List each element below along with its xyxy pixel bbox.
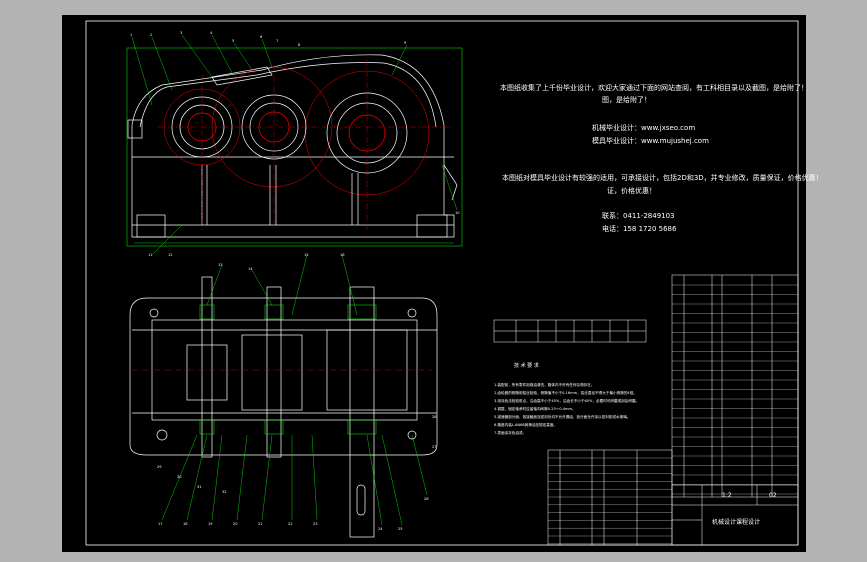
callout-number: 18	[183, 522, 188, 526]
notice-phone: 联系：0411-2849103	[602, 212, 675, 220]
parts-list-right-rows	[672, 284, 798, 495]
callout-number: 20	[233, 522, 238, 526]
drawing-canvas	[85, 20, 799, 546]
callout-number: 24	[378, 527, 383, 531]
callout-number: 1	[130, 33, 133, 37]
middle-shaft	[266, 286, 282, 458]
cover-arc	[139, 62, 437, 128]
drawing-frame	[85, 20, 799, 546]
base-foot-left	[136, 214, 166, 238]
callout-number: 12	[168, 253, 173, 257]
tech-req-line: 2.齿轮副的侧隙用铅丝检验，侧隙值不小于0.16mm，铅丝直径不得大于最小侧隙的…	[494, 391, 637, 395]
bearing-bore-2	[241, 94, 307, 160]
gear-section-1	[186, 344, 228, 401]
title-block-scale: 1:2	[722, 492, 732, 499]
parts-list-right	[671, 274, 799, 498]
callout-number: 13	[218, 263, 223, 267]
callout-number: 27	[432, 445, 437, 449]
input-shaft	[201, 276, 213, 458]
callout-number: 30	[177, 475, 182, 479]
notice-line-1: 本图纸收集了上千份毕业设计，欢迎大家通过下面的网站查阅，有工科相目录以及截图，是…	[500, 84, 808, 92]
bearing-bore-2-shaft	[258, 111, 290, 143]
callout-number: 19	[208, 522, 213, 526]
callout-number: 4	[210, 31, 213, 35]
callout-number: 10	[455, 211, 460, 215]
tech-req-line: 4.调整、固定轴承时应留轴向间隙0.25～0.4mm。	[494, 407, 576, 411]
callout-number: 25	[398, 527, 403, 531]
callout-number: 17	[158, 522, 163, 526]
callout-number: 31	[197, 485, 202, 489]
tech-req-line: 1.装配前，所有零件用煤油清洗，箱体内不许有任何杂物存在。	[494, 383, 595, 387]
notice-site-1: 机械毕业设计：www.jxseo.com	[592, 124, 696, 132]
bearing	[347, 419, 377, 435]
tech-req-title: 技 术 要 求	[514, 363, 539, 369]
notice-line-4: 证，价格优惠！	[607, 187, 656, 195]
notice-line-2: 图，是给附了！	[602, 96, 651, 104]
parts-list-bottom	[547, 449, 673, 546]
keyway	[356, 484, 366, 516]
callout-number: 7	[276, 39, 279, 43]
callout-number: 9	[404, 41, 407, 45]
front-view-dimension-box	[126, 47, 463, 247]
output-shaft	[349, 286, 375, 538]
callout-number: 23	[313, 522, 318, 526]
notice-line-3: 本图纸对模具毕业设计有较强的适用，可承接设计，包括2D和3D，并专业修改，质量保…	[502, 174, 823, 182]
callout-number: 28	[432, 415, 437, 419]
callout-number: 32	[222, 490, 227, 494]
gear-parameter-table	[493, 319, 647, 343]
bolt-hole	[149, 308, 159, 318]
parts-list-bottom-rows	[548, 457, 672, 544]
tech-req-line: 6.箱座内装L-AN68润滑油至规定高度。	[494, 423, 558, 427]
callout-number: 11	[148, 253, 153, 257]
bearing	[264, 304, 284, 320]
tech-req-line: 7.表面涂灰色油漆。	[494, 431, 527, 435]
gear-section-2	[241, 334, 303, 411]
front-view	[126, 47, 463, 247]
tech-req-line: 5.减速器剖分面、各接触面及密封处均不允许漏油，剖分面允许涂以密封胶或水玻璃。	[494, 415, 631, 419]
gear-pitch-circle-3	[304, 70, 430, 196]
bearing	[264, 419, 284, 435]
left-flange	[127, 119, 143, 139]
callout-number: 16	[340, 253, 345, 257]
oil-indicator	[443, 164, 458, 201]
title-block-drawing-no: 02	[769, 492, 777, 499]
top-view	[129, 276, 438, 538]
title-block-name: 机械设计课程设计	[712, 519, 761, 526]
callout-number: 29	[157, 465, 162, 469]
callout-number: 26	[424, 497, 429, 501]
callout-number: 6	[260, 35, 263, 39]
callout-number: 3	[180, 31, 183, 35]
notice-site-2: 模具毕业设计：www.mujushej.com	[592, 137, 709, 145]
notice-mobile: 电话：158 1720 5686	[602, 225, 677, 233]
tech-req-line: 3.用涂色法检验斑点，沿齿高不小于45%，沿齿长不小于60%，必要时可研磨或刮后…	[494, 399, 640, 403]
housing-outline	[131, 54, 455, 238]
bearing	[347, 304, 377, 320]
callout-number: 5	[232, 39, 235, 43]
base-foot-right	[416, 214, 448, 238]
bolt-hole	[156, 429, 168, 441]
callout-number: 15	[304, 253, 309, 257]
callout-number: 22	[288, 522, 293, 526]
drawing-sheet: 1 2 3 4 5 6 7 8 9 10 11 12 13 14 15 16 17 18 19 20 21 22 23 24 2…	[62, 15, 823, 552]
callout-number: 14	[248, 267, 253, 271]
top-view-outline	[129, 297, 438, 456]
callout-number: 21	[258, 522, 263, 526]
leader-lines	[131, 34, 458, 526]
bolt-hole	[407, 308, 417, 318]
callout-number: 8	[298, 43, 301, 47]
callout-number: 2	[150, 33, 153, 37]
